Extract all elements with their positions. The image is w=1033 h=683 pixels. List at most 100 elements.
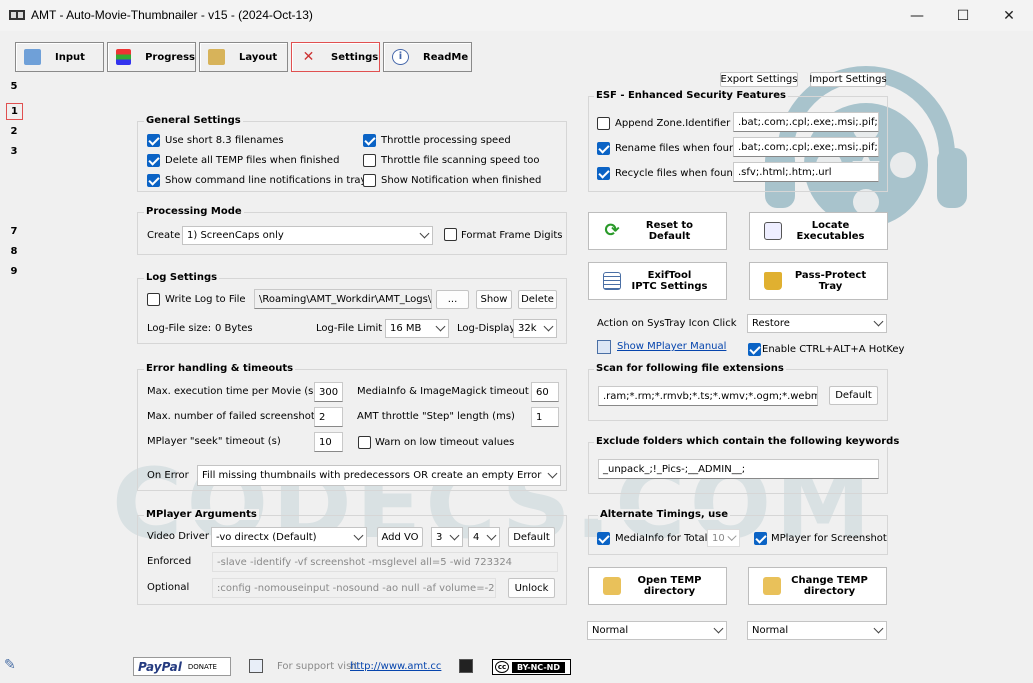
exclude-keywords-field[interactable]: _unpack_;!_Pics-;__ADMIN__; xyxy=(598,459,879,479)
hotkey-checkbox[interactable] xyxy=(748,343,761,356)
maximize-button[interactable]: ☐ xyxy=(940,0,986,31)
website-link-wrapper[interactable]: http://www.amt.cc xyxy=(350,661,441,672)
throttle-checkbox[interactable] xyxy=(363,134,376,147)
group-title: General Settings xyxy=(144,115,243,126)
side-number[interactable]: 5 xyxy=(6,79,22,94)
side-number[interactable]: 9 xyxy=(6,264,22,279)
side-number-active[interactable]: 1 xyxy=(6,103,23,120)
show-cmd-checkbox[interactable] xyxy=(147,174,160,187)
website-link[interactable]: http://www.amt.cc xyxy=(350,661,441,672)
throttle-scan-checkbox[interactable] xyxy=(363,154,376,167)
on-error-select[interactable]: Fill missing thumbnails with predecessor… xyxy=(197,465,561,486)
locate-executables-button[interactable]: Locate Executables xyxy=(749,212,888,250)
side-number[interactable]: 7 xyxy=(6,224,22,239)
wrench-icon[interactable]: ✎ xyxy=(4,657,22,673)
input-icon xyxy=(24,49,41,65)
mplayer-n2-select[interactable]: 4 xyxy=(468,527,500,547)
log-path-field[interactable]: \Roaming\AMT_Workdir\AMT_Logs\ xyxy=(254,289,432,309)
seek-timeout-label: MPlayer "seek" timeout (s) xyxy=(147,436,281,447)
button-label: Reset to Default xyxy=(645,220,694,242)
checkbox-label: MPlayer for Screenshot xyxy=(771,533,887,544)
log-display-select[interactable]: 32k xyxy=(513,319,557,338)
recycle-extensions-field[interactable]: .sfv;.html;.htm;.url xyxy=(733,162,879,182)
zone-identifier-checkbox[interactable] xyxy=(597,117,610,130)
tab-layout[interactable]: Layout xyxy=(199,42,288,72)
delete-log-button[interactable]: Delete xyxy=(518,290,557,309)
priority-right-select[interactable]: Normal xyxy=(747,621,887,640)
mplayer-manual-link[interactable]: Show MPlayer Manual xyxy=(617,341,726,352)
chevron-down-icon xyxy=(449,530,460,540)
change-temp-button[interactable]: Change TEMP directory xyxy=(748,567,887,605)
mediainfo-total-checkbox[interactable] xyxy=(597,532,610,545)
tab-label: Layout xyxy=(239,51,278,63)
side-number[interactable]: 3 xyxy=(6,144,22,159)
media-icon[interactable] xyxy=(249,659,263,673)
max-exec-input[interactable]: 300 xyxy=(314,382,343,402)
select-value: 1) ScreenCaps only xyxy=(187,230,284,241)
scan-default-button[interactable]: Default xyxy=(829,386,878,405)
throttle-step-input[interactable]: 1 xyxy=(531,407,559,427)
max-failed-input[interactable]: 2 xyxy=(314,407,343,427)
mplayer-n1-select[interactable]: 3 xyxy=(431,527,463,547)
tab-settings[interactable]: ✕ Settings xyxy=(291,42,380,72)
mplayer-default-button[interactable]: Default xyxy=(508,527,555,547)
group-title: Alternate Timings, use xyxy=(598,509,731,520)
video-driver-select[interactable]: -vo directx (Default) xyxy=(211,527,367,547)
checkbox-label: Show Notification when finished xyxy=(381,175,542,186)
checkbox-label: Enable CTRL+ALT+A HotKey xyxy=(762,344,905,355)
select-value: 3 xyxy=(436,531,443,543)
delete-temp-checkbox[interactable] xyxy=(147,154,160,167)
rename-files-checkbox[interactable] xyxy=(597,142,610,155)
select-value: -vo directx (Default) xyxy=(216,531,317,543)
systray-label: Action on SysTray Icon Click xyxy=(597,318,737,329)
unlock-button[interactable]: Unlock xyxy=(508,578,555,598)
browse-log-button[interactable]: ... xyxy=(436,290,469,309)
recycle-files-checkbox[interactable] xyxy=(597,167,610,180)
priority-left-select[interactable]: Normal xyxy=(587,621,727,640)
mediainfo-total-select[interactable]: 10 xyxy=(707,529,740,547)
scan-extensions-field[interactable]: .ram;*.rm;*.rmvb;*.ts;*.wmv;*.ogm;*.webm xyxy=(598,386,818,406)
paypal-donate-button[interactable]: PayPal DONATE xyxy=(133,657,231,676)
button-label: Change TEMP directory xyxy=(791,575,868,597)
mplayer-screenshot-checkbox[interactable] xyxy=(754,532,767,545)
mediainfo-timeout-input[interactable]: 60 xyxy=(531,382,559,402)
format-digits-checkbox[interactable] xyxy=(444,228,457,241)
license-badge[interactable]: cc BY-NC-ND xyxy=(492,659,571,675)
open-temp-button[interactable]: Open TEMP directory xyxy=(588,567,727,605)
enforced-args-field: -slave -identify -vf screenshot -msgleve… xyxy=(212,552,558,572)
export-settings-button[interactable]: Export Settings xyxy=(720,72,798,87)
use-short-checkbox[interactable] xyxy=(147,134,160,147)
tab-input[interactable]: Input xyxy=(15,42,104,72)
write-log-checkbox[interactable] xyxy=(147,293,160,306)
rename-extensions-field[interactable]: .bat;.com;.cpl;.exe;.msi;.pif;.sc xyxy=(733,137,879,157)
show-log-button[interactable]: Show xyxy=(476,290,512,309)
log-limit-select[interactable]: 16 MB xyxy=(385,319,449,338)
systray-action-select[interactable]: Restore xyxy=(747,314,887,333)
cc-icon: cc xyxy=(495,661,509,673)
console-icon[interactable] xyxy=(459,659,473,673)
create-mode-select[interactable]: 1) ScreenCaps only xyxy=(182,226,433,245)
show-notification-checkbox[interactable] xyxy=(363,174,376,187)
on-error-label: On Error xyxy=(147,470,189,481)
optional-args-field[interactable]: :config -nomouseinput -nosound -ao null … xyxy=(212,578,496,598)
add-vo-button[interactable]: Add VO xyxy=(377,527,423,547)
zone-extensions-field[interactable]: .bat;.com;.cpl;.exe;.msi;.pif;.sc xyxy=(733,112,879,132)
seek-timeout-input[interactable]: 10 xyxy=(314,432,343,452)
minimize-button[interactable]: — xyxy=(894,0,940,31)
chevron-down-icon xyxy=(873,623,884,634)
button-label: Locate Executables xyxy=(796,220,865,242)
exiftool-button[interactable]: ExifTool IPTC Settings xyxy=(588,262,727,300)
import-settings-button[interactable]: Import Settings xyxy=(809,72,887,87)
group-title: Log Settings xyxy=(144,272,220,283)
side-number[interactable]: 2 xyxy=(6,124,22,139)
link-text[interactable]: Show MPlayer Manual xyxy=(617,341,726,352)
reset-default-button[interactable]: ⟳ Reset to Default xyxy=(588,212,727,250)
pass-protect-button[interactable]: Pass-Protect Tray xyxy=(749,262,888,300)
close-button[interactable]: ✕ xyxy=(986,0,1032,31)
tab-progress[interactable]: Progress xyxy=(107,42,196,72)
side-number[interactable]: 8 xyxy=(6,244,22,259)
warn-low-checkbox[interactable] xyxy=(358,436,371,449)
select-value: Normal xyxy=(592,625,629,636)
window-title: AMT - Auto-Movie-Thumbnailer - v15 - (20… xyxy=(31,8,313,22)
tab-readme[interactable]: i ReadMe xyxy=(383,42,472,72)
